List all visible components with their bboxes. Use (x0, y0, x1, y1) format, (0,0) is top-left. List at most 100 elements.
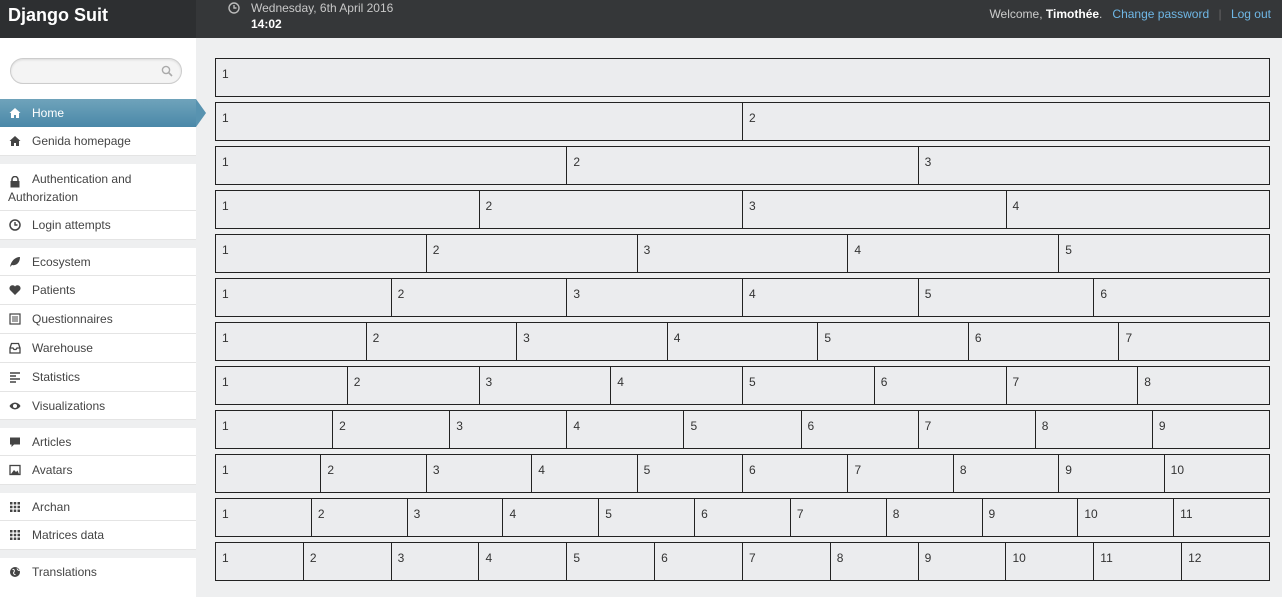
grid-cell: 8 (953, 454, 1060, 493)
grid-cell: 1 (215, 234, 427, 273)
sidebar-item-patients[interactable]: Patients (0, 276, 196, 305)
sidebar-item-translations[interactable]: Translations (0, 558, 196, 586)
sidebar-item-warehouse[interactable]: Warehouse (0, 334, 196, 363)
grid-cell: 5 (637, 454, 744, 493)
grid-cell: 1 (215, 322, 367, 361)
grid-cell: 2 (479, 190, 743, 229)
grid-cell: 7 (742, 542, 831, 581)
grid-cell: 1 (215, 102, 743, 141)
globe-icon (10, 567, 20, 577)
sidebar-item-matrices-data[interactable]: Matrices data (0, 521, 196, 550)
grid-cell: 6 (743, 454, 849, 493)
grid-cell: 5 (567, 542, 656, 581)
grid-cell: 2 (567, 146, 919, 185)
sidebar-item-articles[interactable]: Articles (0, 428, 196, 456)
welcome-suffix: . (1099, 7, 1103, 21)
grid-cell: 4 (611, 366, 743, 405)
sidebar-item-questionnaires[interactable]: Questionnaires (0, 305, 196, 334)
group-separator (0, 550, 196, 558)
grid-cell: 1 (215, 454, 322, 493)
group-separator (0, 420, 196, 428)
top-header: Django Suit Wednesday, 6th April 2016 14… (0, 0, 1282, 38)
sidebar-item-archan[interactable]: Archan (0, 493, 196, 521)
home-icon (9, 136, 21, 146)
sidebar-item-label: Genida homepage (32, 134, 131, 148)
grid-cell: 2 (366, 322, 518, 361)
grid-cell: 3 (567, 278, 744, 317)
grid-cell: 11 (1174, 498, 1270, 537)
sidebar-item-ecosystem[interactable]: Ecosystem (0, 248, 196, 276)
change-password-link[interactable]: Change password (1112, 7, 1209, 21)
grid-cell: 9 (1152, 410, 1270, 449)
group-separator (0, 485, 196, 493)
grid-cell: 2 (321, 454, 427, 493)
grid-cell: 3 (517, 322, 668, 361)
grid-cell: 1 (215, 366, 348, 405)
grid-cell: 5 (818, 322, 969, 361)
comment-icon (10, 437, 20, 447)
grid-cell: 4 (479, 542, 568, 581)
sidebar-item-label: Questionnaires (32, 312, 113, 326)
align-left-icon (10, 372, 20, 383)
grid-cell: 7 (918, 410, 1036, 449)
sidebar-item-label: Avatars (32, 463, 73, 477)
logout-link[interactable]: Log out (1231, 7, 1271, 21)
clock-icon (228, 2, 240, 14)
grid-cell: 3 (637, 234, 849, 273)
sidebar-item-label: Warehouse (32, 341, 93, 355)
sidebar-item-label: Patients (32, 283, 76, 297)
grid-cell: 8 (830, 542, 919, 581)
grid-cell: 2 (311, 498, 408, 537)
grid-cell: 6 (695, 498, 791, 537)
grid-icon (10, 530, 20, 540)
sidebar-item-label: Ecosystem (32, 254, 91, 269)
grid-cell: 1 (215, 58, 1270, 97)
sidebar-item-login-attempts[interactable]: Login attempts (0, 211, 196, 240)
grid-cell: 11 (1094, 542, 1183, 581)
sidebar-item-label: Articles (32, 434, 72, 449)
grid-cell: 7 (1006, 366, 1139, 405)
separator: | (1218, 7, 1222, 21)
home-icon (9, 108, 21, 118)
grid-cell: 6 (1094, 278, 1271, 317)
sidebar-item-avatars[interactable]: Avatars (0, 456, 196, 485)
sidebar-item-genida-homepage[interactable]: Genida homepage (0, 127, 196, 156)
grid-cell: 8 (886, 498, 983, 537)
sidebar-item-label: Visualizations (32, 398, 106, 413)
grid-cell: 3 (407, 498, 504, 537)
brand-logo[interactable]: Django Suit (0, 0, 196, 38)
grid-cell: 5 (599, 498, 696, 537)
grid-row: 1 2 3 4 5 6 7 8 9 10 (215, 454, 1271, 493)
grid-cell: 4 (848, 234, 1060, 273)
grid-cell: 1 (215, 278, 392, 317)
grid-cell: 5 (743, 366, 875, 405)
grid-cell: 8 (1138, 366, 1270, 405)
grid-cell: 9 (1059, 454, 1165, 493)
grid-cell: 2 (303, 542, 392, 581)
grid-cell: 2 (743, 102, 1270, 141)
heart-icon (9, 285, 21, 295)
user-tools: Welcome, Timothée. Change password | Log… (989, 7, 1271, 21)
grid-icon (10, 501, 20, 512)
welcome-text: Welcome, (989, 7, 1043, 21)
sidebar-item-auth[interactable]: Authentication and Authorization (0, 164, 196, 211)
grid-cell: 6 (968, 322, 1120, 361)
sidebar-item-statistics[interactable]: Statistics (0, 363, 196, 392)
grid-cell: 2 (426, 234, 638, 273)
grid-row: 123 (215, 146, 1270, 185)
list-icon (9, 313, 21, 325)
search-input[interactable] (19, 62, 159, 80)
grid-cell: 2 (333, 410, 451, 449)
search-icon[interactable] (161, 65, 173, 77)
grid-cell: 3 (450, 410, 568, 449)
grid-cell: 6 (874, 366, 1007, 405)
grid-cell: 10 (1078, 498, 1175, 537)
sidebar-item-home[interactable]: Home (0, 99, 206, 127)
grid-cell: 3 (918, 146, 1270, 185)
sidebar-item-visualizations[interactable]: Visualizations (0, 392, 196, 420)
grid-cell: 1 (215, 498, 312, 537)
username: Timothée (1045, 7, 1100, 21)
sidebar-item-label: Login attempts (32, 218, 111, 232)
grid-cell: 4 (667, 322, 819, 361)
grid-cell: 4 (1006, 190, 1270, 229)
